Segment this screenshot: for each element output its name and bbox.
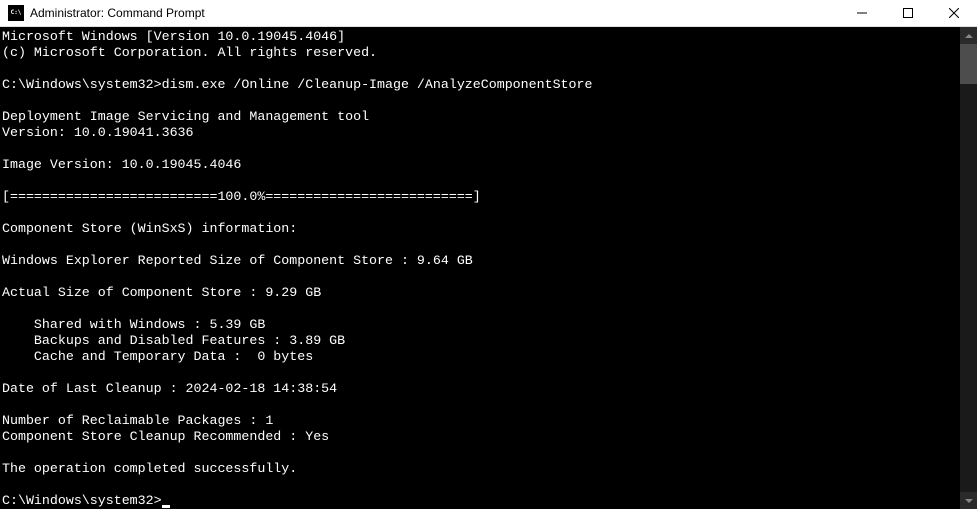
minimize-button[interactable]	[839, 0, 885, 26]
window-controls	[839, 0, 977, 26]
scroll-up-button[interactable]	[960, 27, 977, 44]
command-prompt-window: C:\ Administrator: Command Prompt Micros…	[0, 0, 977, 509]
titlebar[interactable]: C:\ Administrator: Command Prompt	[0, 0, 977, 27]
close-button[interactable]	[931, 0, 977, 26]
terminal-area: Microsoft Windows [Version 10.0.19045.40…	[0, 27, 977, 509]
terminal-cursor	[162, 505, 170, 508]
maximize-button[interactable]	[885, 0, 931, 26]
window-title: Administrator: Command Prompt	[30, 6, 839, 20]
cmd-icon: C:\	[8, 5, 24, 21]
terminal-output[interactable]: Microsoft Windows [Version 10.0.19045.40…	[0, 27, 960, 509]
scroll-thumb[interactable]	[960, 44, 977, 84]
scrollbar[interactable]	[960, 27, 977, 509]
scroll-down-button[interactable]	[960, 492, 977, 509]
